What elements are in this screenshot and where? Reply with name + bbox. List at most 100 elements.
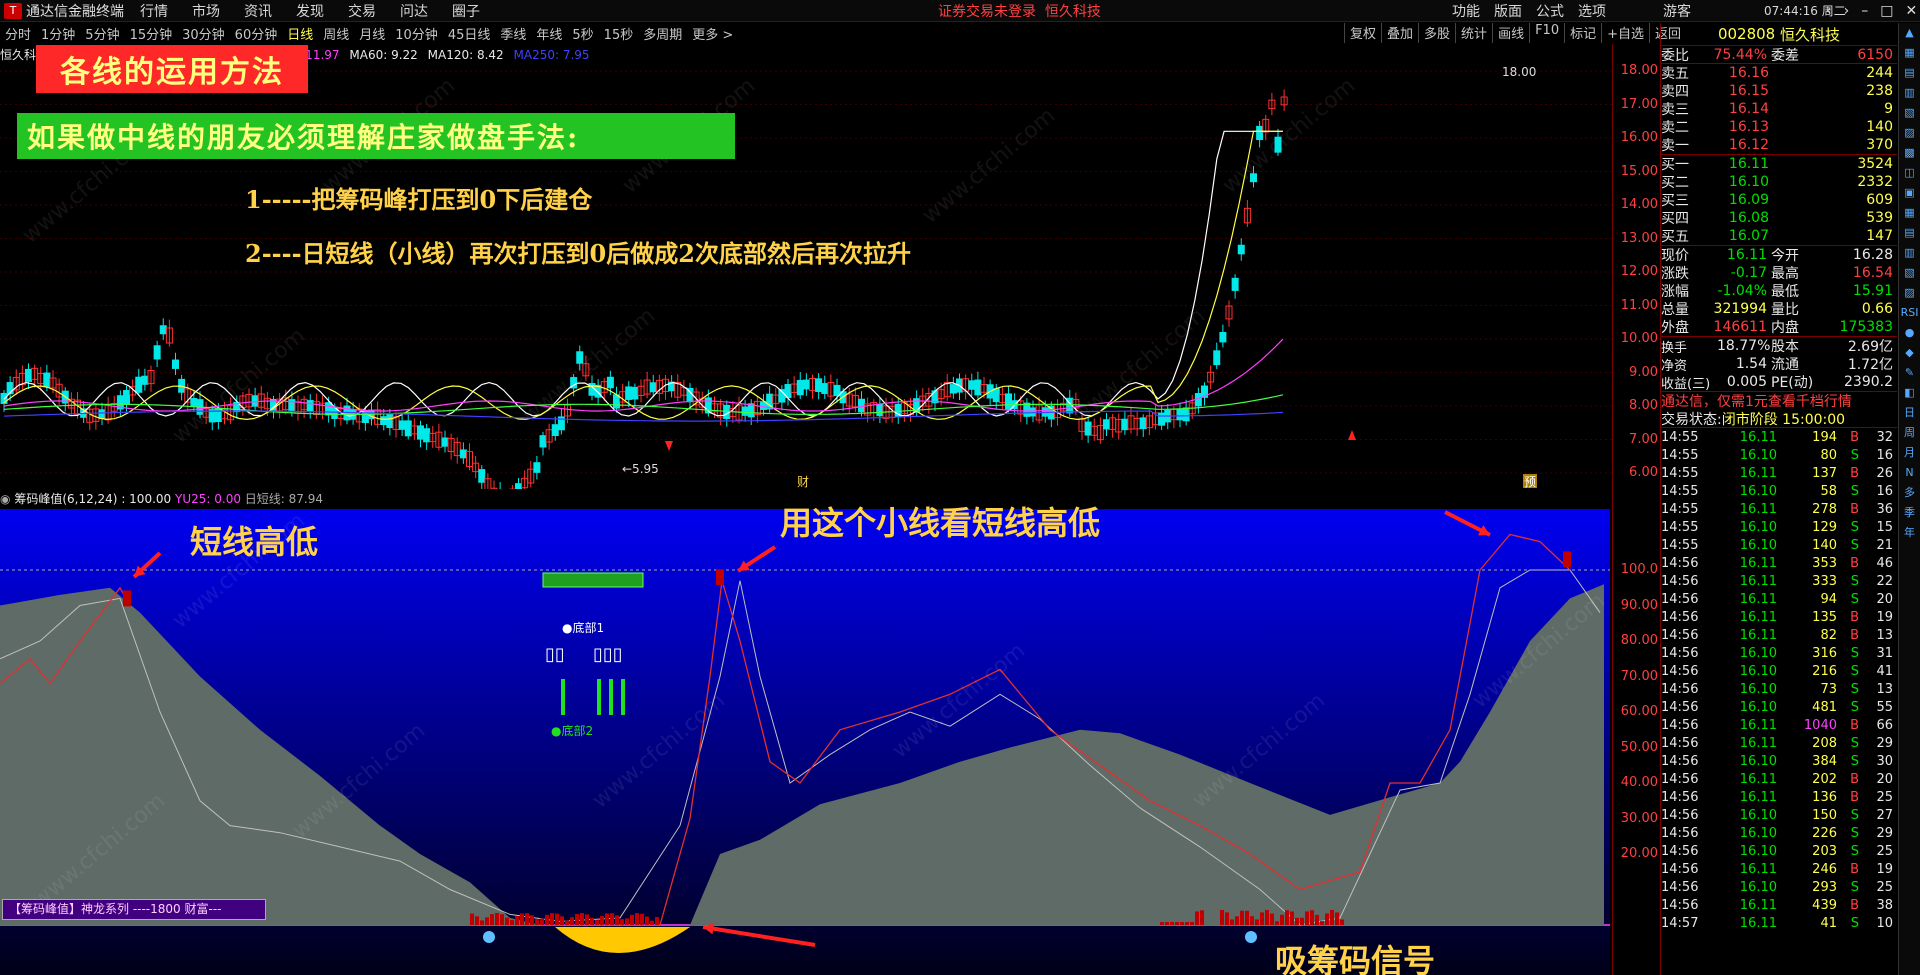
period-tab[interactable]: 1分钟 xyxy=(41,24,75,43)
sidebar-period-button[interactable]: 月 xyxy=(1899,443,1920,463)
sidebar-tool-icon[interactable]: ◫ xyxy=(1899,163,1920,183)
absorb-bar xyxy=(1195,911,1199,925)
forward-arrow-icon[interactable]: › xyxy=(1844,3,1850,19)
candle-body xyxy=(821,383,829,394)
buy-order-row[interactable]: 买一 16.11 3524 xyxy=(1661,155,1897,173)
candle-body xyxy=(423,428,431,443)
absorb-bar xyxy=(1225,912,1229,925)
sidebar-period-button[interactable]: 多 xyxy=(1899,483,1920,503)
sidebar-tool-icon[interactable]: ▧ xyxy=(1899,263,1920,283)
menu-item-ask[interactable]: 问达 xyxy=(400,1,428,21)
tick-row: 14:56 16.11 136 B 25 xyxy=(1661,789,1893,805)
stat-row: 涨跌 -0.17 最高 16.54 xyxy=(1661,265,1893,282)
sidebar-tool-icon[interactable]: ◆ xyxy=(1899,343,1920,363)
sidebar-tool-icon[interactable]: ▦ xyxy=(1899,203,1920,223)
period-tab[interactable]: 更多 > xyxy=(692,24,733,43)
period-tab[interactable]: 5秒 xyxy=(572,24,593,43)
sidebar-tool-icon[interactable]: ▨ xyxy=(1899,123,1920,143)
sidebar-tool-icon[interactable]: ✎ xyxy=(1899,363,1920,383)
toolbar-button[interactable]: 复权 xyxy=(1344,23,1381,43)
sidebar-tool-icon[interactable]: ▲ xyxy=(1899,23,1920,43)
absorb-bar xyxy=(550,913,554,925)
indicator-name[interactable]: 筹码峰值(6,12,24) xyxy=(14,492,117,506)
sidebar-period-button[interactable]: 日 xyxy=(1899,403,1920,423)
absorb-bar xyxy=(1305,911,1309,925)
period-tab[interactable]: 月线 xyxy=(359,24,385,43)
tick-list[interactable]: 14:55 16.11 194 B 32 14:55 16.10 80 S 16 14:55 16.1… xyxy=(1661,428,1897,932)
maximize-icon[interactable]: □ xyxy=(1880,3,1893,19)
sell-order-row[interactable]: 卖四 16.15 238 xyxy=(1661,82,1897,100)
sidebar-tool-icon[interactable]: RSI xyxy=(1899,303,1920,323)
buy-order-row[interactable]: 买五 16.07 147 xyxy=(1661,227,1897,245)
period-tab[interactable]: 15分钟 xyxy=(130,24,173,43)
buy-order-row[interactable]: 买二 16.10 2332 xyxy=(1661,173,1897,191)
y-tick-label: 40.00 xyxy=(1620,775,1658,790)
sidebar-period-button[interactable]: 季 xyxy=(1899,503,1920,523)
period-tab[interactable]: 45日线 xyxy=(448,24,491,43)
buy-order-row[interactable]: 买三 16.09 609 xyxy=(1661,191,1897,209)
menu-item-layout[interactable]: 版面 xyxy=(1494,1,1522,21)
tick-row: 14:56 16.11 202 B 20 xyxy=(1661,771,1893,787)
trade-status: 交易状态: 闭市阶段 15:00:00 xyxy=(1661,410,1897,428)
period-tab[interactable]: 15秒 xyxy=(604,24,634,43)
main-y-axis: 18.00 17.00 16.00 15.00 14.00 13.00 12.00 11.00… xyxy=(1614,44,1660,489)
toolbar-button[interactable]: +自选 xyxy=(1601,23,1649,43)
sidebar-tool-icon[interactable]: ● xyxy=(1899,323,1920,343)
menu-item-market[interactable]: 行情 xyxy=(140,1,168,21)
sidebar-tool-icon[interactable]: ◧ xyxy=(1899,383,1920,403)
candle-body xyxy=(159,325,167,335)
period-tab[interactable]: 分时 xyxy=(5,24,31,43)
period-tab[interactable]: 60分钟 xyxy=(235,24,278,43)
login-notice[interactable]: 证券交易未登录 恒久科技 xyxy=(938,1,1101,21)
menu-item-trade[interactable]: 交易 xyxy=(348,1,376,21)
sidebar-tool-icon[interactable]: ▥ xyxy=(1899,83,1920,103)
sidebar-period-button[interactable]: 年 xyxy=(1899,523,1920,543)
sell-order-row[interactable]: 卖二 16.13 140 xyxy=(1661,118,1897,136)
sidebar-tool-icon[interactable]: ▨ xyxy=(1899,283,1920,303)
toolbar-button[interactable]: 多股 xyxy=(1418,23,1455,43)
toolbar-button[interactable]: 统计 xyxy=(1455,23,1492,43)
sell-order-row[interactable]: 卖三 16.14 9 xyxy=(1661,100,1897,118)
toolbar-button[interactable]: F10 xyxy=(1529,23,1564,43)
sidebar-tool-icon[interactable]: ▤ xyxy=(1899,223,1920,243)
menu-item-discover[interactable]: 发现 xyxy=(296,1,324,21)
back-arrow-icon[interactable]: ‹ xyxy=(1826,3,1832,19)
collapse-icon[interactable]: ◉ xyxy=(0,492,10,506)
period-tab[interactable]: 5分钟 xyxy=(85,24,119,43)
toolbar-button[interactable]: 叠加 xyxy=(1381,23,1418,43)
buy-order-row[interactable]: 买四 16.08 539 xyxy=(1661,209,1897,227)
toolbar-button[interactable]: 标记 xyxy=(1564,23,1601,43)
guest-user[interactable]: 游客 xyxy=(1663,1,1691,21)
sidebar-period-button[interactable]: N xyxy=(1899,463,1920,483)
candle-body xyxy=(404,420,412,437)
sidebar-period-button[interactable]: 周 xyxy=(1899,423,1920,443)
period-tab[interactable]: 多周期 xyxy=(643,24,682,43)
sidebar-tool-icon[interactable]: ▦ xyxy=(1899,43,1920,63)
period-tab[interactable]: 日线 xyxy=(287,24,313,43)
candle-body xyxy=(974,379,982,396)
period-tab[interactable]: 30分钟 xyxy=(182,24,225,43)
menu-item-markets[interactable]: 市场 xyxy=(192,1,220,21)
tick-row: 14:56 16.11 353 B 46 xyxy=(1661,555,1893,571)
period-tab[interactable]: 周线 xyxy=(323,24,349,43)
period-tab[interactable]: 季线 xyxy=(500,24,526,43)
sidebar-tool-icon[interactable]: ▧ xyxy=(1899,103,1920,123)
close-icon[interactable]: ✕ xyxy=(1905,3,1917,19)
period-tab[interactable]: 年线 xyxy=(536,24,562,43)
menu-item-news[interactable]: 资讯 xyxy=(244,1,272,21)
sidebar-tool-icon[interactable]: ▣ xyxy=(1899,183,1920,203)
period-tab[interactable]: 10分钟 xyxy=(395,24,438,43)
menu-item-function[interactable]: 功能 xyxy=(1452,1,1480,21)
menu-item-formula[interactable]: 公式 xyxy=(1536,1,1564,21)
absorb-bar xyxy=(625,918,629,925)
promo-text[interactable]: 通达信，仅需1元查看千档行情 xyxy=(1661,392,1897,410)
sell-order-row[interactable]: 卖五 16.16 244 xyxy=(1661,64,1897,82)
sidebar-tool-icon[interactable]: ▩ xyxy=(1899,143,1920,163)
minimize-icon[interactable]: – xyxy=(1861,3,1868,19)
sidebar-tool-icon[interactable]: ▥ xyxy=(1899,243,1920,263)
sell-order-row[interactable]: 卖一 16.12 370 xyxy=(1661,136,1897,154)
menu-item-circle[interactable]: 圈子 xyxy=(452,1,480,21)
sidebar-tool-icon[interactable]: ▤ xyxy=(1899,63,1920,83)
toolbar-button[interactable]: 画线 xyxy=(1492,23,1529,43)
menu-item-options[interactable]: 选项 xyxy=(1578,1,1606,21)
